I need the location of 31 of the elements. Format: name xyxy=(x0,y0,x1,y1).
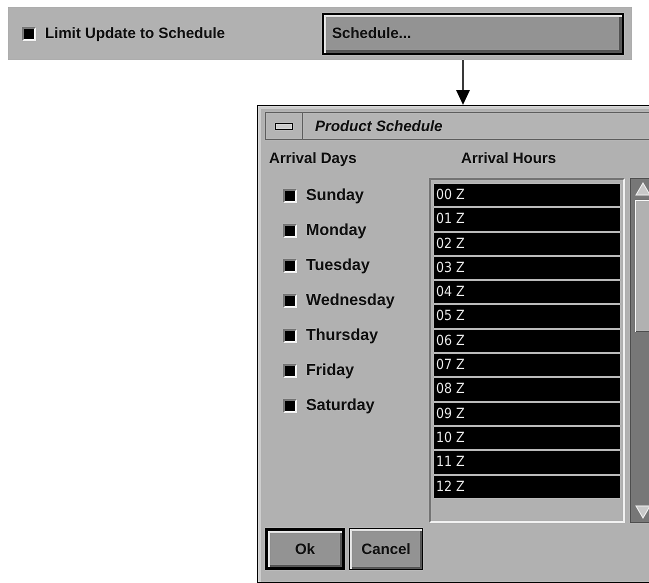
limit-update-checkbox[interactable]: Limit Update to Schedule xyxy=(22,25,226,42)
hour-item[interactable]: 02 Z xyxy=(434,232,620,255)
hour-item[interactable]: 10 Z xyxy=(434,426,620,450)
days-heading: Arrival Days xyxy=(269,150,358,167)
hour-item[interactable]: 03 Z xyxy=(434,256,620,280)
hour-item[interactable]: 12 Z xyxy=(434,476,620,498)
bar-icon xyxy=(275,122,293,130)
hour-item[interactable]: 00 Z xyxy=(434,184,620,206)
hour-item[interactable]: 06 Z xyxy=(434,330,620,352)
up-arrow-icon[interactable] xyxy=(635,182,649,196)
day-checkbox[interactable]: Wednesday xyxy=(283,292,429,310)
day-checkbox[interactable]: Thursday xyxy=(283,327,429,345)
ok-button[interactable]: Ok xyxy=(265,528,345,570)
hour-item[interactable]: 07 Z xyxy=(434,354,620,376)
hour-item[interactable]: 11 Z xyxy=(434,451,620,474)
day-checkbox[interactable]: Monday xyxy=(283,222,429,240)
down-arrow-icon[interactable] xyxy=(635,505,649,519)
hour-item[interactable]: 05 Z xyxy=(434,305,620,328)
day-checkbox[interactable]: Tuesday xyxy=(283,257,429,275)
hour-item[interactable]: 04 Z xyxy=(434,281,620,304)
scroll-thumb[interactable] xyxy=(635,200,649,332)
cancel-button[interactable]: Cancel xyxy=(349,528,423,570)
schedule-button[interactable]: Schedule... xyxy=(322,12,624,54)
day-checkbox[interactable]: Saturday xyxy=(283,397,429,415)
hours-heading: Arrival Hours xyxy=(461,150,558,167)
window-title: Product Schedule xyxy=(315,118,443,134)
day-checkbox[interactable]: Sunday xyxy=(283,187,429,205)
hour-item[interactable]: 01 Z xyxy=(434,208,620,231)
day-checkbox[interactable]: Friday xyxy=(283,362,429,380)
hour-item[interactable]: 09 Z xyxy=(434,402,620,425)
hour-item[interactable]: 08 Z xyxy=(434,378,620,401)
